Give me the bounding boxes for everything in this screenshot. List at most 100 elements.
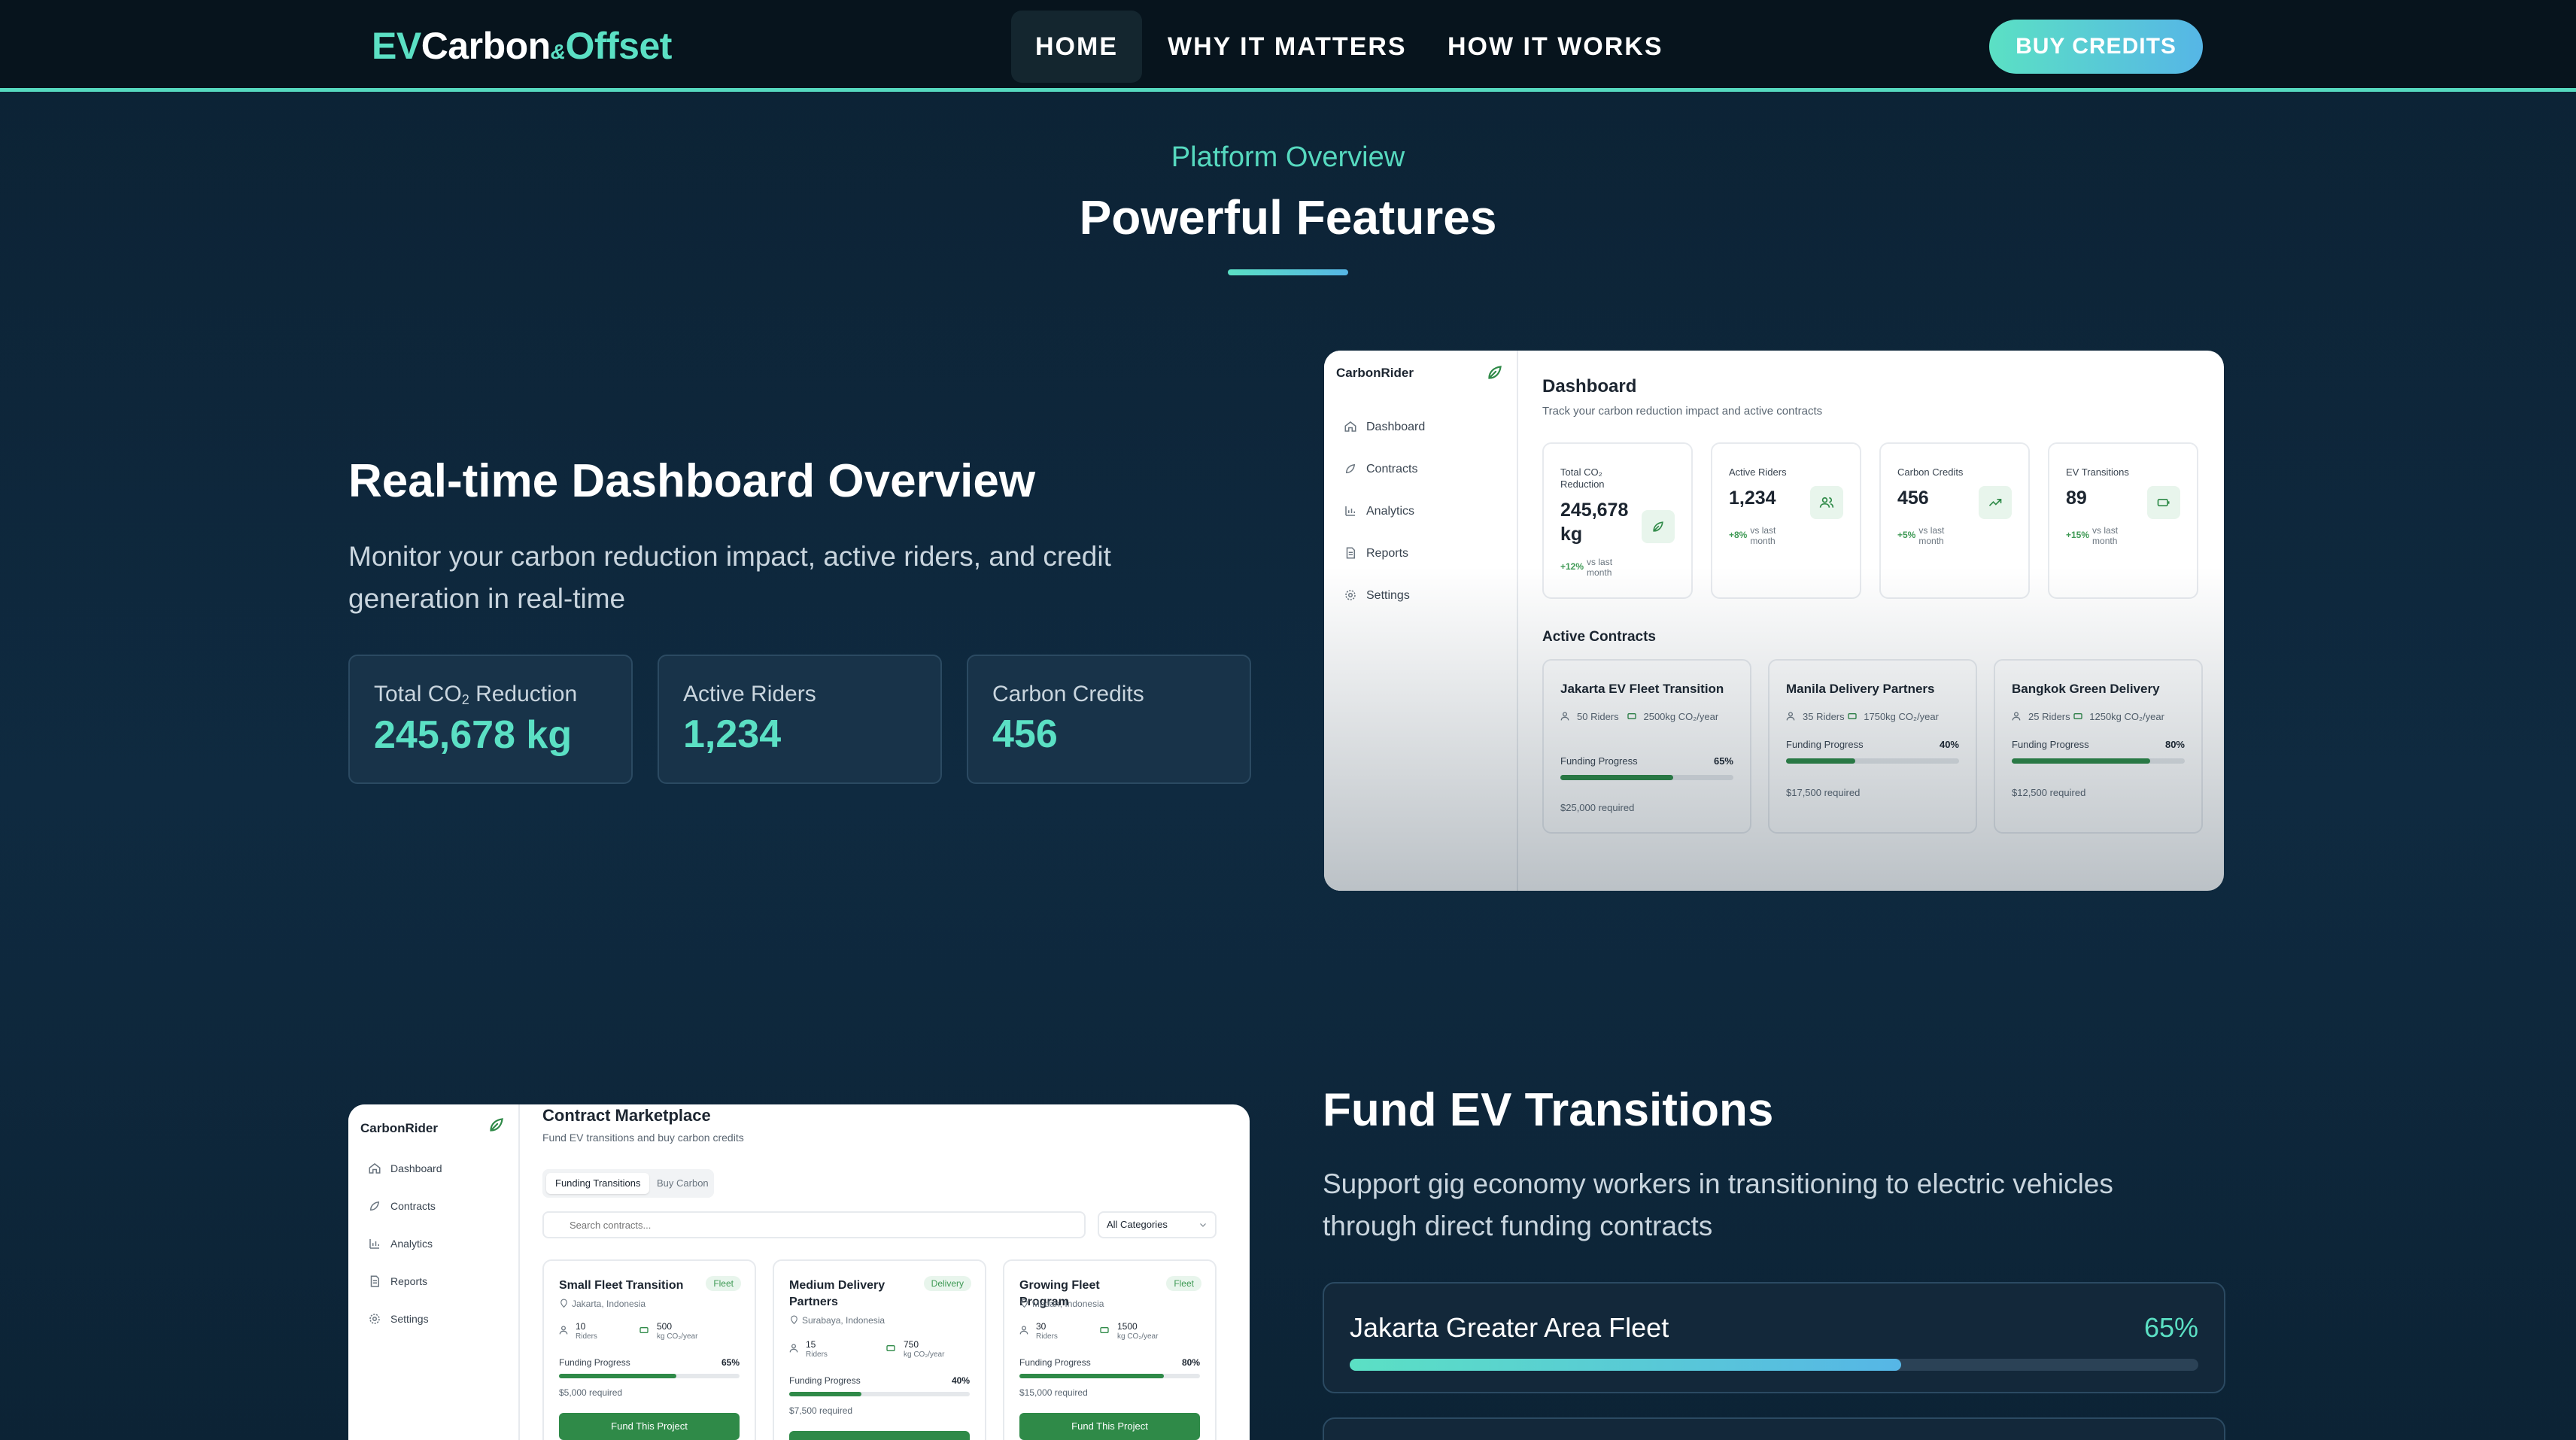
mock-section-title: Active Contracts [1542,629,1656,645]
progress-bar [2012,758,2185,764]
home-icon [1344,421,1356,432]
tab-buy-carbon[interactable]: Buy Carbon [648,1173,718,1194]
mock-nav-contracts[interactable]: Contracts [368,1199,436,1213]
fund-project-button[interactable]: Fund This Project [789,1431,970,1440]
progress-fill [1560,775,1673,780]
nav-link-why-it-matters[interactable]: WHY IT MATTERS [1144,11,1431,83]
users-icon [1019,1326,1028,1335]
section-eyebrow: Platform Overview [1171,141,1405,173]
required-amount: $5,000 required [559,1387,623,1398]
feature-dashboard-description: Monitor your carbon reduction impact, ac… [348,541,1111,614]
feature-fund-title: Fund EV Transitions [1323,1084,1774,1136]
home-icon [369,1163,381,1174]
feature-fund-description: Support gig economy workers in transitio… [1323,1168,2113,1241]
contract-title: Jakarta EV Fleet Transition [1560,682,1724,696]
contract-meta: 25 Riders 1250kg CO₂/year [2012,710,2164,722]
kpi-label: EV Transitions [2066,466,2129,478]
kpi-card-ev-transitions: EV Transitions 89 +15% vs last month [2048,442,2198,599]
mock-page-subtitle: Fund EV transitions and buy carbon credi… [542,1132,744,1144]
fund-progress-bar [1350,1359,2198,1371]
marketplace-card-growing-fleet[interactable]: Growing Fleet Program Fleet Medan, Indon… [1003,1259,1217,1440]
kpi-delta: +15% vs last month [2066,525,2119,546]
card-location: Medan, Indonesia [1019,1299,1104,1309]
category-select[interactable]: All Categories [1098,1211,1217,1238]
contract-title: Manila Delivery Partners [1786,682,1935,696]
progress-bar [789,1392,970,1396]
contract-meta: 50 Riders 2500kg CO₂/year [1560,710,1718,722]
users-icon [559,1326,568,1335]
kpi-icon-box [1979,486,2012,519]
fund-project-button[interactable]: Fund This Project [559,1413,740,1440]
card-title: Small Fleet Transition [559,1279,684,1292]
mock-nav-settings[interactable]: Settings [1344,588,1410,603]
contract-card-bangkok[interactable]: Bangkok Green Delivery 25 Riders 1250kg … [1994,659,2203,834]
progress-label: Funding Progress [559,1357,630,1368]
kpi-icon-box [2147,486,2180,519]
stat-card-credits: Carbon Credits 456 [967,655,1251,784]
kpi-label: Total CO₂ Reduction [1560,466,1605,490]
users-icon [789,1344,798,1353]
document-icon [370,1275,379,1287]
mock-sidebar: CarbonRider Dashboard Contracts Analytic… [348,1104,520,1440]
progress-fill [1786,758,1855,764]
mock-nav-reports[interactable]: Reports [1344,546,1408,561]
top-navbar: EVCarbon&Offset HOME WHY IT MATTERS HOW … [0,0,2576,92]
fund-progress-card-partial[interactable] [1323,1417,2225,1440]
kpi-icon-box [1642,510,1675,543]
progress-label: Funding Progress [2012,739,2089,750]
mock-page-title: Dashboard [1542,376,1637,396]
battery-icon [2157,499,2170,506]
mock-sidebar: CarbonRider Dashboard Contracts Analytic… [1324,351,1518,891]
progress-label: Funding Progress [789,1375,861,1386]
contract-card-jakarta[interactable]: Jakarta EV Fleet Transition 50 Riders 25… [1542,659,1751,834]
card-riders: 15 Riders [806,1339,828,1359]
leaf-icon [369,1201,380,1211]
bar-chart-icon [1345,506,1355,516]
mock-nav-analytics[interactable]: Analytics [1344,504,1414,518]
leaf-icon [1488,366,1502,379]
marketplace-card-small-fleet[interactable]: Small Fleet Transition Fleet Jakarta, In… [542,1259,756,1440]
fund-progress-card[interactable]: Jakarta Greater Area Fleet 65% [1323,1282,2225,1393]
required-amount: $15,000 required [1019,1387,1088,1398]
progress-bar [1786,758,1959,764]
card-riders: 10 Riders [576,1321,597,1341]
card-riders: 30 Riders [1036,1321,1058,1341]
mock-main: Dashboard Track your carbon reduction im… [1518,351,2224,891]
buy-credits-button[interactable]: BUY CREDITS [1989,20,2203,74]
leaf-icon [490,1118,503,1132]
stat-value: 456 [992,712,1058,756]
map-pin-icon [791,1315,797,1325]
mock-nav-analytics[interactable]: Analytics [368,1237,433,1250]
tab-funding-transitions[interactable]: Funding Transitions [546,1173,650,1194]
stat-card-riders: Active Riders 1,234 [658,655,942,784]
mock-brand: CarbonRider [1336,366,1414,380]
required-amount: $17,500 required [1786,787,1861,798]
mock-nav-contracts[interactable]: Contracts [1344,462,1417,476]
mock-nav-reports[interactable]: Reports [368,1274,427,1288]
marketplace-screenshot: CarbonRider Dashboard Contracts Analytic… [348,1104,1250,1440]
stat-value: 245,678 kg [374,713,573,757]
mock-main: Contract Marketplace Fund EV transitions… [520,1104,1250,1440]
mock-nav-dashboard[interactable]: Dashboard [368,1162,442,1175]
logo[interactable]: EVCarbon&Offset [372,24,672,68]
progress-percent: 40% [951,1375,970,1386]
battery-icon [1100,1327,1109,1333]
fund-project-button[interactable]: Fund This Project [1019,1413,1200,1440]
mock-nav-settings[interactable]: Settings [368,1312,429,1326]
progress-label: Funding Progress [1786,739,1864,750]
kpi-delta: +8% vs last month [1729,525,1776,546]
mock-page-title: Contract Marketplace [542,1106,711,1125]
contract-card-manila[interactable]: Manila Delivery Partners 35 Riders 1750k… [1768,659,1977,834]
nav-link-how-it-works[interactable]: HOW IT WORKS [1423,11,1687,83]
bar-chart-icon [369,1239,379,1249]
required-amount: $25,000 required [1560,802,1635,813]
progress-bar [559,1374,740,1378]
map-pin-icon [1021,1299,1028,1308]
fund-progress-fill [1350,1359,1902,1371]
gear-icon [1345,590,1356,600]
nav-link-home[interactable]: HOME [1011,11,1142,83]
mock-nav-dashboard[interactable]: Dashboard [1344,420,1425,434]
marketplace-card-medium-delivery[interactable]: Medium Delivery Partners Delivery Suraba… [773,1259,986,1440]
users-icon [1819,497,1834,508]
search-input[interactable] [542,1211,1086,1238]
